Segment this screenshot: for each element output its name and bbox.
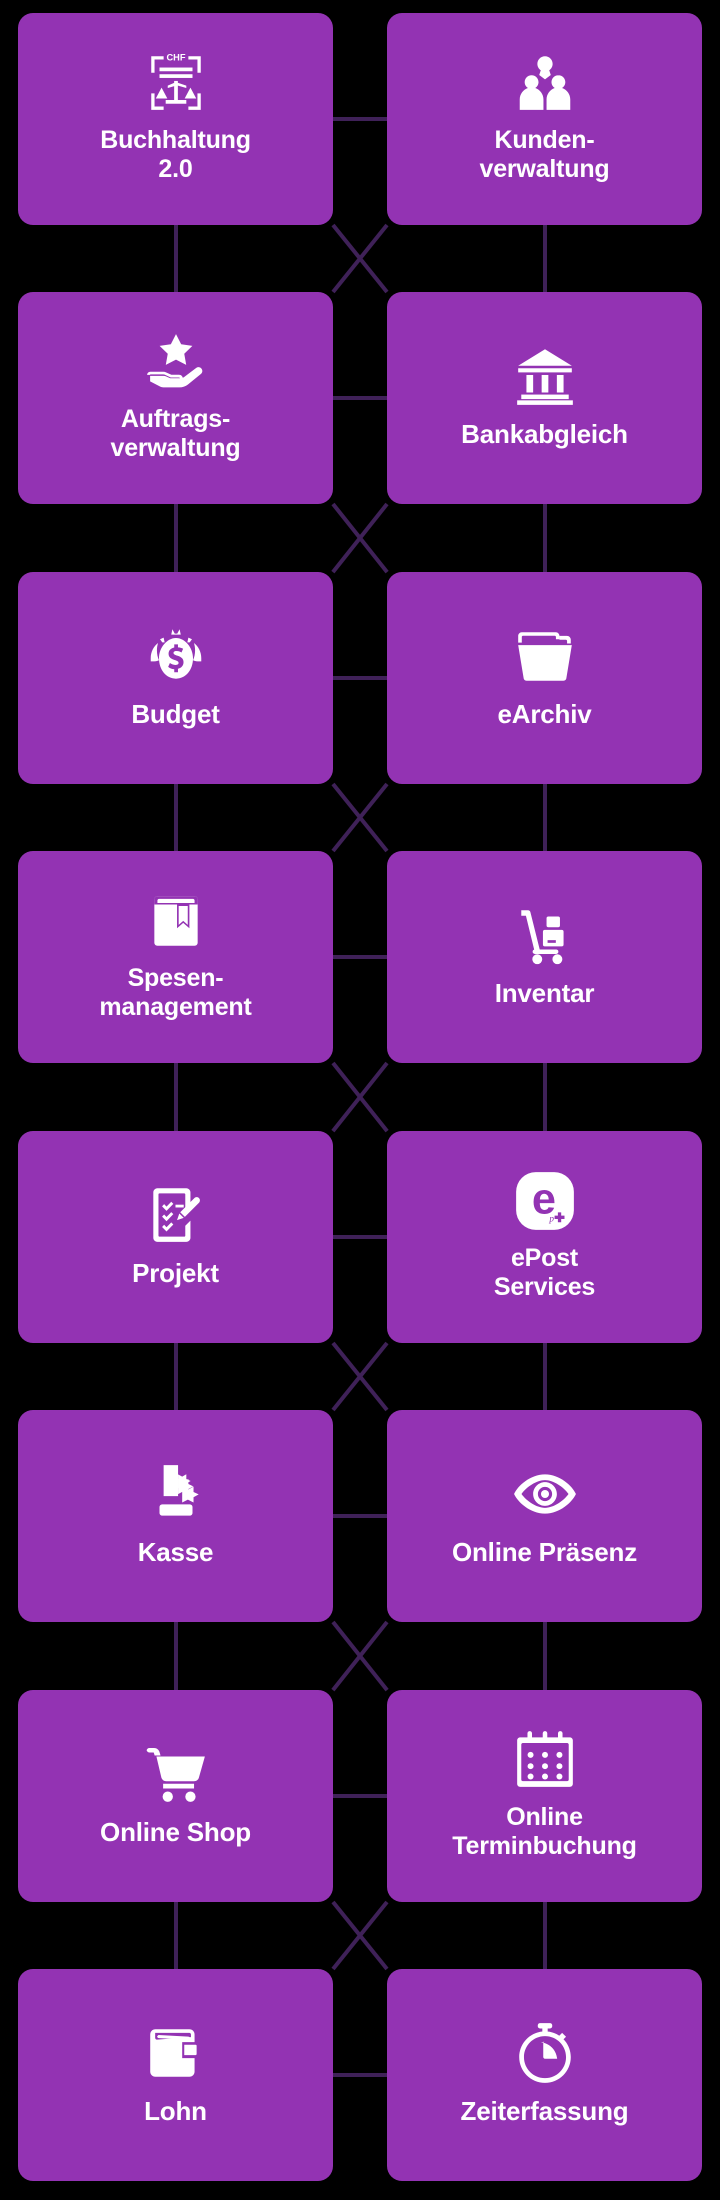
svg-text:p: p [548, 1215, 554, 1225]
module-card-epost-services[interactable]: e p ePost Services [387, 1131, 702, 1343]
module-card-label: Online Shop [100, 1816, 251, 1847]
chf-document-scale-icon: CHF [143, 50, 209, 116]
module-card-label: Auftrags- verwaltung [110, 405, 241, 462]
module-card-online-praesenz[interactable]: Online Präsenz [387, 1410, 702, 1622]
module-card-zeiterfassung[interactable]: Zeiterfassung [387, 1969, 702, 2181]
money-bag-icon [143, 623, 209, 689]
shopping-cart-icon [143, 1741, 209, 1807]
module-grid-diagram: CHF Buchhaltung 2.0 Kunden- verwaltung A… [0, 0, 720, 2200]
module-card-label: Online Präsenz [451, 1536, 638, 1567]
hand-truck-icon [512, 902, 578, 968]
svg-text:CHF: CHF [166, 52, 185, 62]
cash-register-icon [143, 1461, 209, 1527]
module-card-spesenmanagement[interactable]: Spesen- management [18, 851, 333, 1063]
module-card-bankabgleich[interactable]: Bankabgleich [387, 292, 702, 504]
module-card-kasse[interactable]: Kasse [18, 1410, 333, 1622]
folder-icon [512, 623, 578, 689]
module-card-label: Spesen- management [99, 964, 252, 1021]
module-card-label: Online Terminbuchung [452, 1803, 637, 1860]
module-card-label: eArchiv [497, 698, 592, 729]
hand-star-icon [143, 329, 209, 395]
module-card-buchhaltung[interactable]: CHF Buchhaltung 2.0 [18, 13, 333, 225]
module-card-inventar[interactable]: Inventar [387, 851, 702, 1063]
module-card-label: Projekt [132, 1257, 219, 1288]
module-card-online-termin[interactable]: Online Terminbuchung [387, 1690, 702, 1902]
checklist-pen-icon [143, 1182, 209, 1248]
module-card-label: ePost Services [493, 1244, 596, 1301]
people-group-icon [512, 50, 578, 116]
card-layer: CHF Buchhaltung 2.0 Kunden- verwaltung A… [0, 0, 720, 2200]
stopwatch-icon [512, 2020, 578, 2086]
module-card-label: Zeiterfassung [460, 2095, 629, 2126]
module-card-online-shop[interactable]: Online Shop [18, 1690, 333, 1902]
module-card-budget[interactable]: Budget [18, 572, 333, 784]
module-card-label: Lohn [144, 2095, 207, 2126]
module-card-auftragsverwaltung[interactable]: Auftrags- verwaltung [18, 292, 333, 504]
calendar-icon [512, 1727, 578, 1793]
module-card-label: Bankabgleich [461, 418, 628, 449]
wallet-icon [143, 2020, 209, 2086]
epost-logo-icon: e p [512, 1168, 578, 1234]
eye-icon [512, 1461, 578, 1527]
module-card-label: Inventar [494, 977, 595, 1008]
module-card-label: Kasse [137, 1536, 214, 1567]
bookmark-book-icon [143, 888, 209, 954]
module-card-earchiv[interactable]: eArchiv [387, 572, 702, 784]
module-card-label: Buchhaltung 2.0 [100, 126, 251, 183]
module-card-label: Budget [131, 698, 220, 729]
module-card-projekt[interactable]: Projekt [18, 1131, 333, 1343]
module-card-lohn[interactable]: Lohn [18, 1969, 333, 2181]
bank-building-icon [512, 343, 578, 409]
module-card-label: Kunden- verwaltung [479, 126, 610, 183]
module-card-kundenverwaltung[interactable]: Kunden- verwaltung [387, 13, 702, 225]
